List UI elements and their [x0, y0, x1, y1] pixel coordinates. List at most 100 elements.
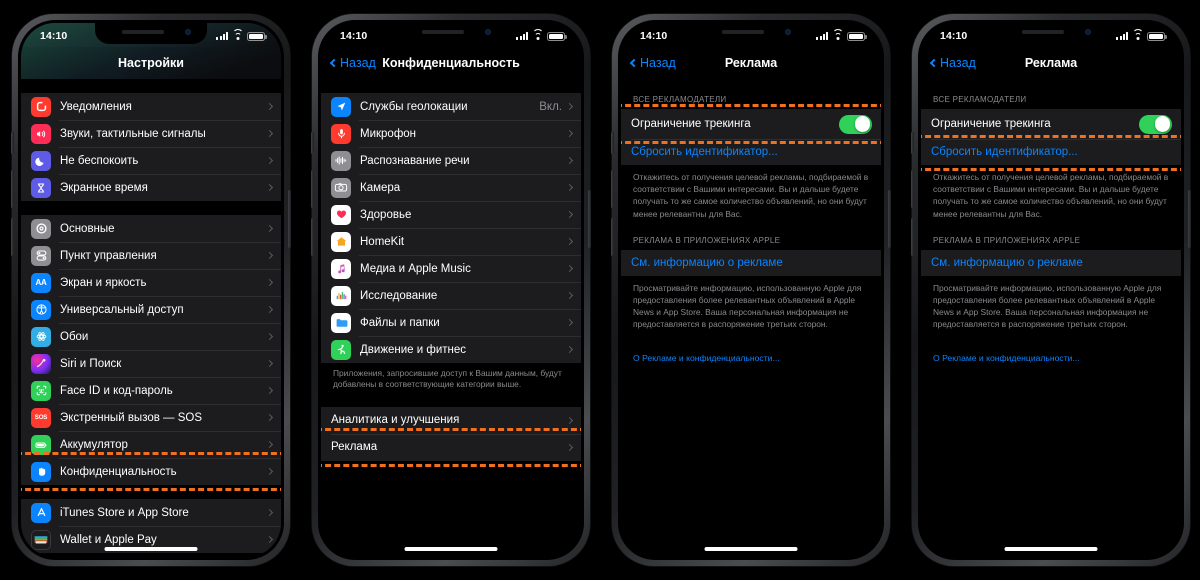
privacy-group-1: Службы геолокации Вкл. Микрофон Распозна… — [321, 93, 581, 363]
volume-up-button[interactable] — [911, 170, 914, 208]
status-time: 14:10 — [940, 30, 968, 42]
chevron-right-icon — [265, 386, 274, 395]
volume-up-button[interactable] — [11, 170, 14, 208]
battery-icon — [247, 31, 267, 41]
view-ad-info-row[interactable]: См. информацию о рекламе — [621, 250, 881, 276]
chevron-right-icon — [265, 467, 274, 476]
notch — [695, 23, 807, 44]
media-apple-music-icon — [331, 258, 351, 279]
mute-switch[interactable] — [11, 132, 14, 154]
accessibility-icon — [31, 299, 51, 320]
power-button[interactable] — [1188, 190, 1191, 248]
sidebar-item-face-id[interactable]: Face ID и код-пароль — [21, 377, 281, 404]
volume-down-button[interactable] — [911, 218, 914, 256]
reset-identifier-row[interactable]: Сбросить идентификатор... — [621, 139, 881, 165]
list-item-files-folders[interactable]: Файлы и папки — [321, 309, 581, 336]
about-advertising-privacy-link[interactable]: О Рекламе и конфиденциальности... — [921, 331, 1181, 363]
row-label: Siri и Поиск — [60, 357, 122, 370]
phone-bezel: 14:10 Назад Реклама ВСЕ РЕКЛАМОДАТЕЛИ Ог… — [918, 20, 1184, 560]
home-indicator[interactable] — [104, 547, 198, 551]
cellular-signal-icon — [516, 32, 528, 40]
sidebar-item-screen-time[interactable]: Экранное время — [21, 174, 281, 201]
settings-list[interactable]: Уведомления Звуки, тактильные сигналы Не… — [21, 79, 281, 557]
chevron-right-icon — [265, 156, 274, 165]
back-button[interactable]: Назад — [629, 56, 676, 70]
power-button[interactable] — [288, 190, 291, 248]
advertising-content[interactable]: ВСЕ РЕКЛАМОДАТЕЛИ Ограничение трекинга С… — [621, 79, 881, 557]
limit-ad-tracking-toggle[interactable] — [839, 114, 872, 134]
page-title: Реклама — [724, 56, 778, 70]
list-item-speech-recognition[interactable]: Распознавание речи — [321, 147, 581, 174]
sidebar-item-notifications[interactable]: Уведомления — [21, 93, 281, 120]
about-advertising-privacy-link[interactable]: О Рекламе и конфиденциальности... — [621, 331, 881, 363]
front-camera-icon — [785, 29, 791, 35]
mute-switch[interactable] — [311, 132, 314, 154]
sidebar-item-general[interactable]: Основные — [21, 215, 281, 242]
volume-up-button[interactable] — [611, 170, 614, 208]
wallpaper-icon — [31, 326, 51, 347]
privacy-list[interactable]: Службы геолокации Вкл. Микрофон Распозна… — [321, 79, 581, 557]
chevron-right-icon — [565, 102, 574, 111]
reset-identifier-row[interactable]: Сбросить идентификатор... — [921, 139, 1181, 165]
row-label: Движение и фитнес — [360, 343, 467, 356]
sidebar-item-battery[interactable]: Аккумулятор — [21, 431, 281, 458]
row-label: Камера — [360, 181, 401, 194]
sidebar-item-control-center[interactable]: Пункт управления — [21, 242, 281, 269]
view-ad-info-row[interactable]: См. информацию о рекламе — [921, 250, 1181, 276]
sidebar-item-accessibility[interactable]: Универсальный доступ — [21, 296, 281, 323]
volume-down-button[interactable] — [611, 218, 614, 256]
row-label: Конфиденциальность — [60, 465, 177, 478]
location-services-icon — [331, 96, 351, 117]
cellular-signal-icon — [816, 32, 828, 40]
sidebar-item-do-not-disturb[interactable]: Не беспокоить — [21, 147, 281, 174]
volume-down-button[interactable] — [311, 218, 314, 256]
back-button[interactable]: Назад — [329, 56, 376, 70]
volume-down-button[interactable] — [11, 218, 14, 256]
microphone-icon — [331, 123, 351, 144]
power-button[interactable] — [588, 190, 591, 248]
limit-ad-tracking-toggle[interactable] — [1139, 114, 1172, 134]
list-item-analytics[interactable]: Аналитика и улучшения — [321, 407, 581, 434]
battery-settings-icon — [31, 434, 51, 455]
sidebar-item-itunes-store[interactable]: iTunes Store и App Store — [21, 499, 281, 526]
list-item-health[interactable]: Здоровье — [321, 201, 581, 228]
list-item-advertising[interactable]: Реклама — [321, 433, 581, 461]
limit-ad-tracking-row[interactable]: Ограничение трекинга — [621, 109, 881, 139]
sidebar-item-wallpaper[interactable]: Обои — [21, 323, 281, 350]
list-item-homekit[interactable]: HomeKit — [321, 228, 581, 255]
phone-2-screen: 14:10 Назад Конфиденциальность Службы ге… — [321, 23, 581, 557]
row-label: Экстренный вызов — SOS — [60, 411, 203, 424]
limit-ad-tracking-row[interactable]: Ограничение трекинга — [921, 109, 1181, 139]
sidebar-item-sounds[interactable]: Звуки, тактильные сигналы — [21, 120, 281, 147]
list-item-motion-fitness[interactable]: Движение и фитнес — [321, 336, 581, 363]
front-camera-icon — [185, 29, 191, 35]
list-item-media-apple-music[interactable]: Медиа и Apple Music — [321, 255, 581, 282]
sidebar-item-sos[interactable]: SOS Экстренный вызов — SOS — [21, 404, 281, 431]
do-not-disturb-icon — [31, 150, 51, 171]
back-button[interactable]: Назад — [929, 56, 976, 70]
advertising-body-text-2: Просматривайте информацию, использованну… — [933, 282, 1162, 330]
volume-up-button[interactable] — [311, 170, 314, 208]
view-ad-info-link: См. информацию о рекламе — [931, 256, 1083, 269]
nav-bar: Настройки — [21, 47, 281, 79]
home-indicator[interactable] — [1004, 547, 1098, 551]
privacy-footnote: Приложения, запросившие доступ к Вашим д… — [333, 368, 562, 390]
row-value: Вкл. — [539, 100, 562, 113]
advertising-content[interactable]: ВСЕ РЕКЛАМОДАТЕЛИ Ограничение трекинга С… — [921, 79, 1181, 557]
mute-switch[interactable] — [611, 132, 614, 154]
sidebar-item-display-brightness[interactable]: AA Экран и яркость — [21, 269, 281, 296]
list-item-location-services[interactable]: Службы геолокации Вкл. — [321, 93, 581, 120]
home-indicator[interactable] — [704, 547, 798, 551]
back-label: Назад — [640, 56, 676, 70]
list-item-camera[interactable]: Камера — [321, 174, 581, 201]
advertising-body-text-1: Откажитесь от получения целевой рекламы,… — [933, 172, 1169, 219]
mute-switch[interactable] — [911, 132, 914, 154]
list-item-research[interactable]: Исследование — [321, 282, 581, 309]
toggle-knob — [854, 116, 871, 132]
sidebar-item-siri-search[interactable]: Siri и Поиск — [21, 350, 281, 377]
chevron-right-icon — [565, 318, 574, 327]
list-item-microphone[interactable]: Микрофон — [321, 120, 581, 147]
sidebar-item-privacy[interactable]: Конфиденциальность — [21, 458, 281, 485]
power-button[interactable] — [888, 190, 891, 248]
home-indicator[interactable] — [404, 547, 498, 551]
